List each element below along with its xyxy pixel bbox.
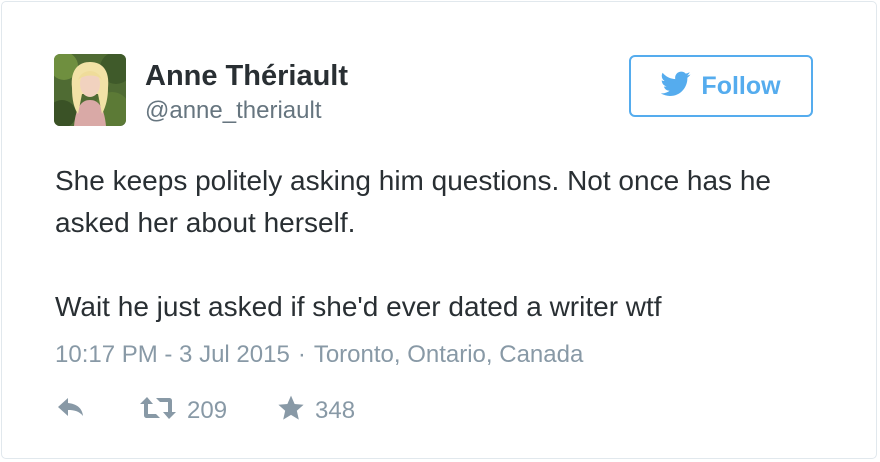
star-icon — [277, 395, 305, 427]
user-handle[interactable]: @anne_theriault — [145, 97, 321, 125]
tweet-paragraph: She keeps politely asking him questions.… — [55, 165, 771, 238]
tweet-meta: 10:17 PM - 3 Jul 2015 · Toronto, Ontario, … — [55, 341, 583, 369]
display-name[interactable]: Anne Thériault — [145, 60, 348, 93]
retweet-button[interactable]: 209 — [139, 395, 227, 426]
favorite-count: 348 — [315, 397, 356, 424]
tweet-timestamp[interactable]: 10:17 PM - 3 Jul 2015 — [55, 341, 290, 368]
tweet-text: She keeps politely asking him questions.… — [55, 160, 835, 328]
follow-button-label: Follow — [701, 71, 781, 100]
favorite-button[interactable]: 348 — [277, 395, 355, 427]
tweet-card: Anne Thériault @anne_theriault Follow Sh… — [1, 1, 877, 459]
retweet-icon — [139, 395, 177, 426]
avatar[interactable] — [54, 54, 126, 126]
retweet-count: 209 — [187, 396, 228, 424]
tweet-paragraph: Wait he just asked if she'd ever dated a… — [55, 291, 662, 322]
meta-separator: · — [297, 341, 306, 368]
reply-button[interactable] — [55, 395, 85, 424]
reply-icon — [55, 395, 85, 424]
tweet-location[interactable]: Toronto, Ontario, Canada — [314, 341, 584, 368]
twitter-bird-icon — [660, 71, 691, 102]
follow-button[interactable]: Follow — [629, 55, 813, 117]
